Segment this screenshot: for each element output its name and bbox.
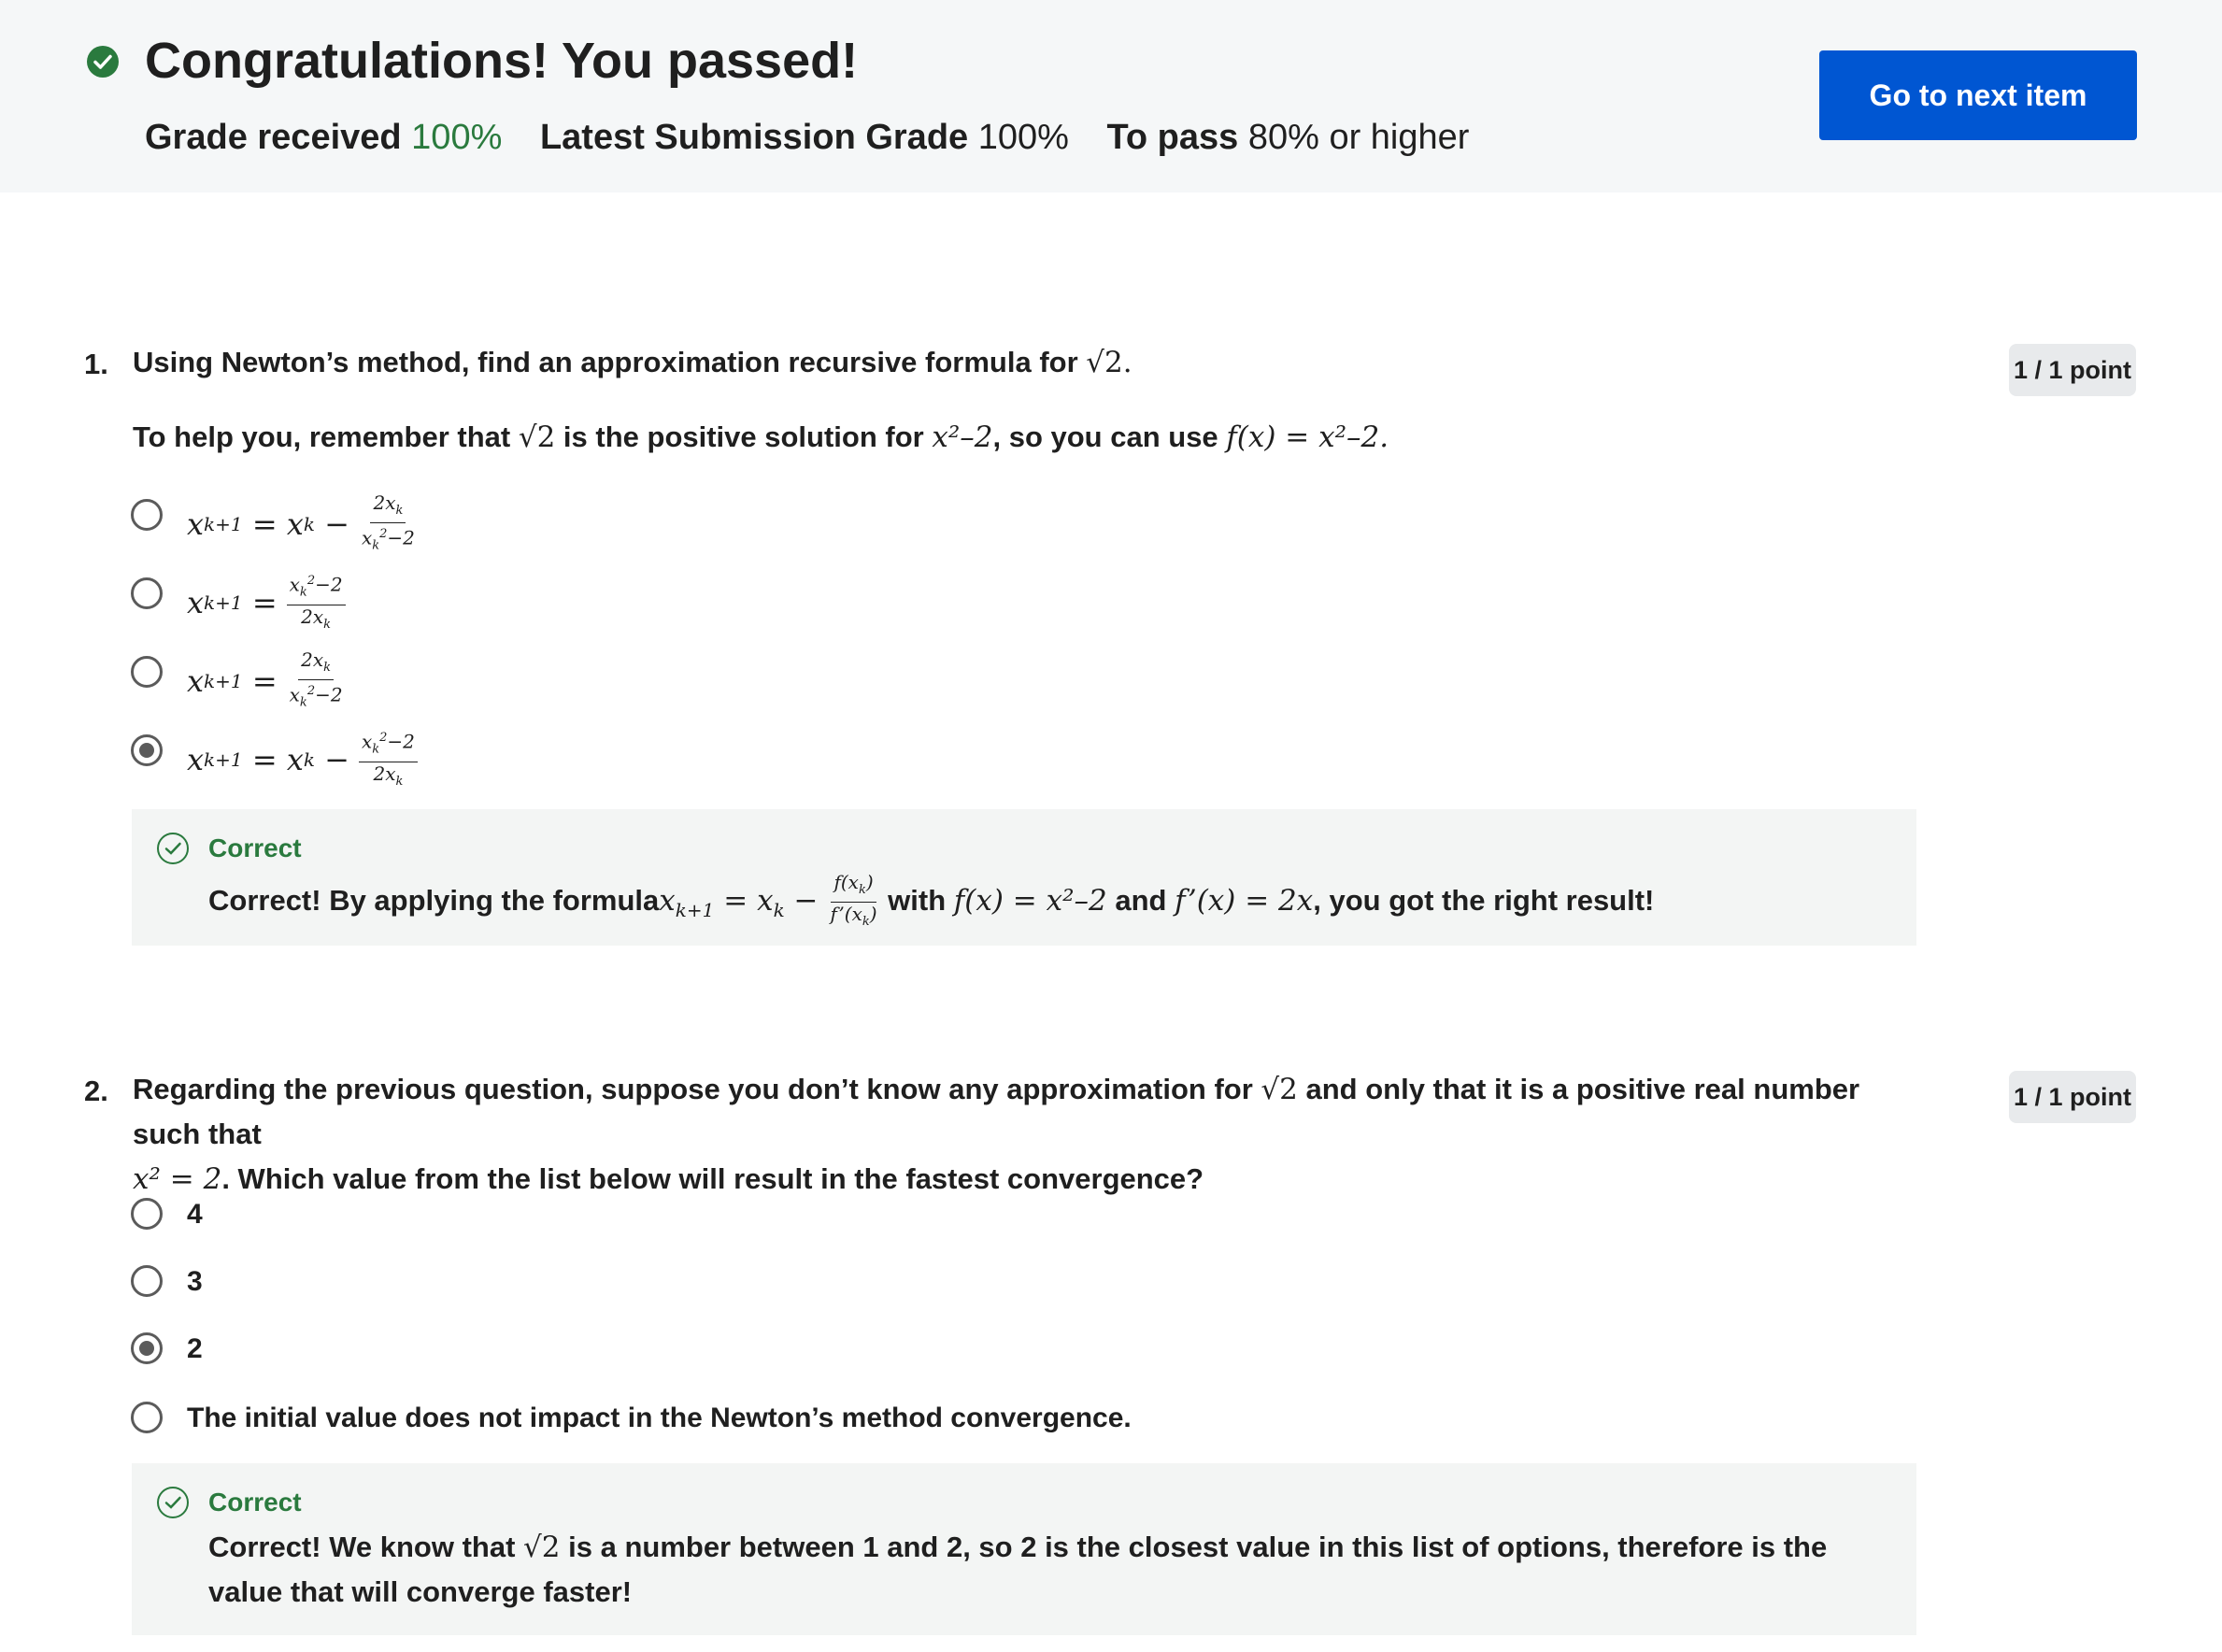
grade-summary: Grade received 100% Latest Submission Gr…	[145, 114, 1497, 161]
question-number: 1.	[84, 348, 108, 380]
question-text: Regarding the previous question, suppose…	[133, 1073, 1261, 1105]
to-pass-label: To pass	[1106, 118, 1239, 157]
option-formula: x k+1 = 2xk xk2−2	[187, 648, 343, 710]
option-label: 2	[187, 1333, 203, 1364]
question-text: . Which value from the list below will r…	[221, 1162, 1204, 1195]
option-formula: x k+1 = xk −2xk xk2−2	[187, 491, 415, 553]
radio-button[interactable]	[131, 656, 163, 688]
sqrt2-math: √2.	[1086, 346, 1132, 379]
feedback-text: Correct! By applying the formulaxk+1 = x…	[208, 871, 1888, 933]
to-pass-value: 80% or higher	[1247, 118, 1470, 157]
radio-button[interactable]	[131, 1265, 163, 1297]
grade-received-label: Grade received	[145, 118, 402, 157]
feedback-text-part: with	[879, 884, 954, 917]
check-circle-icon	[87, 46, 119, 78]
radio-button-selected[interactable]	[131, 734, 163, 766]
f-of-x-math: f(x) = x²–2.	[1226, 420, 1389, 454]
radio-button[interactable]	[131, 499, 163, 531]
option-label: 3	[187, 1266, 203, 1297]
grade-banner: Congratulations! You passed! Grade recei…	[0, 0, 2222, 192]
points-badge: 1 / 1 point	[2009, 1071, 2136, 1123]
question-text: Using Newton’s method, find an approxima…	[133, 346, 1087, 378]
page-title: Congratulations! You passed!	[145, 33, 859, 89]
option-label: 4	[187, 1199, 203, 1230]
sqrt2-math: √2	[518, 420, 556, 454]
radio-button[interactable]	[131, 1198, 163, 1230]
go-to-next-item-button[interactable]: Go to next item	[1819, 50, 2137, 140]
feedback-box: Correct Correct! We know that √2 is a nu…	[132, 1463, 1916, 1635]
sqrt2-math: √2	[1261, 1073, 1298, 1106]
feedback-status: Correct	[208, 1488, 302, 1517]
latest-grade-label: Latest Submission Grade	[539, 118, 969, 157]
feedback-text-part: and	[1106, 884, 1175, 917]
newton-formula-math: xk+1 = xk − f(xk) f’(xk)	[659, 871, 877, 929]
check-circle-outline-icon	[157, 833, 189, 864]
feedback-text-part: Correct! We know that	[208, 1531, 524, 1563]
question-1-prompt: Using Newton’s method, find an approxima…	[133, 340, 1132, 385]
option-formula: x k+1 = xk2−2 2xk	[187, 570, 346, 636]
f-of-x-math: f(x) = x²–2	[953, 884, 1107, 918]
sqrt2-math: √2	[523, 1531, 561, 1564]
feedback-box: Correct Correct! By applying the formula…	[132, 809, 1916, 946]
radio-button-selected[interactable]	[131, 1332, 163, 1364]
grade-received-value: 100%	[411, 118, 503, 157]
hint-text: To help you, remember that	[133, 420, 519, 453]
option-formula: x k+1 = xk − xk2−2 2xk	[187, 727, 418, 793]
question-1-hint: To help you, remember that √2 is the pos…	[133, 415, 1389, 460]
question-2-prompt: Regarding the previous question, suppose…	[133, 1067, 1927, 1202]
x2-equals-2-math: x² = 2	[133, 1162, 222, 1196]
option-label: The initial value does not impact in the…	[187, 1403, 1132, 1433]
feedback-status: Correct	[208, 833, 302, 862]
check-circle-outline-icon	[157, 1487, 189, 1518]
latest-grade-value: 100%	[977, 118, 1069, 157]
x2-minus-2-math: x²–2	[932, 420, 993, 454]
points-badge: 1 / 1 point	[2009, 344, 2136, 396]
f-prime-math: f’(x) = 2x	[1175, 884, 1314, 918]
hint-text: , so you can use	[992, 420, 1227, 453]
radio-button[interactable]	[131, 577, 163, 609]
feedback-text-part: Correct! By applying the formula	[208, 884, 660, 917]
feedback-text-part: , you got the right result!	[1313, 884, 1655, 917]
question-number: 2.	[84, 1075, 108, 1107]
hint-text: is the positive solution for	[555, 420, 933, 453]
feedback-text: Correct! We know that √2 is a number bet…	[208, 1525, 1888, 1615]
radio-button[interactable]	[131, 1402, 163, 1433]
